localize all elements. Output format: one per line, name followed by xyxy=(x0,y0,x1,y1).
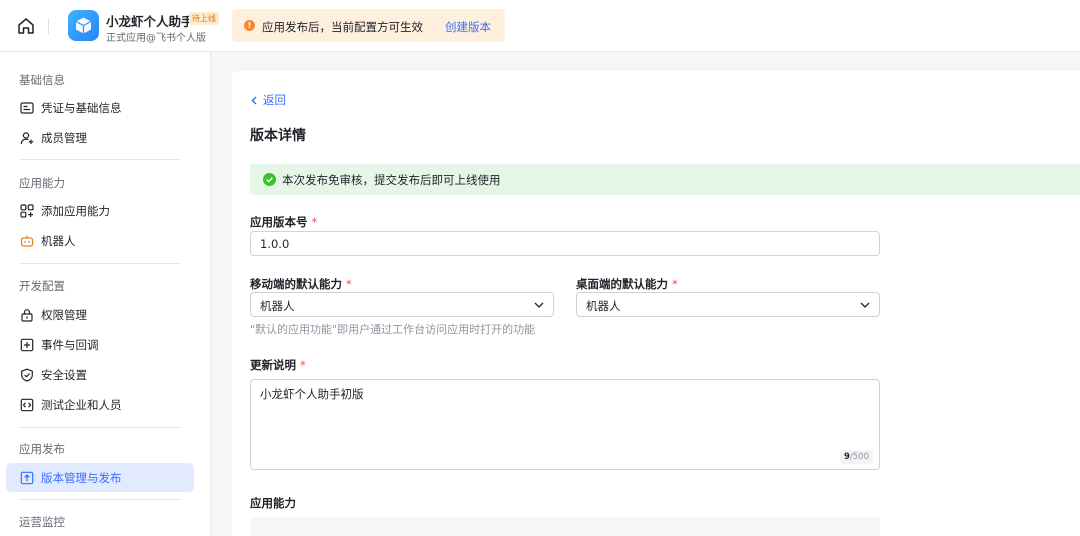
version-label: 应用版本号 * xyxy=(250,214,317,230)
sidebar-item-robot[interactable]: 机器人 xyxy=(6,226,194,255)
desktop-default-label: 桌面端的默认能力 * xyxy=(576,276,678,292)
mobile-default-label-text: 移动端的默认能力 xyxy=(250,277,342,291)
capability-label: 应用能力 xyxy=(250,496,296,510)
divider xyxy=(19,499,181,500)
sidebar-item-label: 安全设置 xyxy=(41,368,87,382)
required-mark: * xyxy=(672,277,678,291)
divider xyxy=(19,263,181,264)
release-notes-value: 小龙虾个人助手初版 xyxy=(260,387,364,401)
success-banner: 本次发布免审核，提交发布后即可上线使用 xyxy=(250,164,1080,195)
sidebar-item-label: 版本管理与发布 xyxy=(41,471,122,485)
app-logo-icon xyxy=(68,10,99,41)
sidebar-item-version-release[interactable]: 版本管理与发布 xyxy=(6,463,194,492)
robot-icon xyxy=(20,234,34,248)
back-label: 返回 xyxy=(263,93,286,107)
home-icon[interactable] xyxy=(16,16,36,36)
sidebar-item-label: 成员管理 xyxy=(41,131,87,145)
sidebar-item-add-capability[interactable]: 添加应用能力 xyxy=(6,196,194,225)
sidebar-item-events[interactable]: 事件与回调 xyxy=(6,330,194,359)
version-value: 1.0.0 xyxy=(260,237,290,251)
sidebar-item-test-org[interactable]: 测试企业和人员 xyxy=(6,390,194,419)
required-mark: * xyxy=(311,215,318,229)
desktop-default-value: 机器人 xyxy=(586,299,621,313)
sidebar-item-label: 事件与回调 xyxy=(41,338,99,352)
default-capability-hint: "默认的应用功能"即用户通过工作台访问应用时打开的功能 xyxy=(250,323,536,336)
desktop-default-select[interactable]: 机器人 xyxy=(576,292,880,317)
credential-card-icon xyxy=(20,101,34,115)
add-grid-icon xyxy=(20,204,34,218)
chevron-down-icon xyxy=(860,302,870,308)
sidebar-section-title: 基础信息 xyxy=(19,73,65,87)
mobile-default-label: 移动端的默认能力 * xyxy=(250,276,352,292)
char-counter: 9/500 xyxy=(839,450,873,464)
divider xyxy=(19,159,181,160)
version-input[interactable]: 1.0.0 xyxy=(250,231,880,256)
sidebar-section-title: 应用能力 xyxy=(19,176,65,190)
check-circle-icon xyxy=(263,173,276,186)
back-link[interactable]: 返回 xyxy=(250,92,286,108)
status-badge: 待上线 xyxy=(189,12,219,25)
required-mark: * xyxy=(300,358,306,372)
chevron-left-icon xyxy=(251,96,257,105)
code-icon xyxy=(20,398,34,412)
publish-notice: ! 应用发布后，当前配置方可生效 创建版本 xyxy=(232,9,505,42)
notice-text: 应用发布后，当前配置方可生效 xyxy=(262,20,423,34)
release-notes-textarea[interactable]: 小龙虾个人助手初版 9/500 xyxy=(250,379,880,470)
add-member-icon xyxy=(20,131,34,145)
mobile-default-value: 机器人 xyxy=(260,299,295,313)
sidebar-item-credentials[interactable]: 凭证与基础信息 xyxy=(6,93,194,122)
chevron-down-icon xyxy=(534,302,544,308)
warning-icon: ! xyxy=(244,20,255,31)
sidebar-item-label: 添加应用能力 xyxy=(41,204,110,218)
capability-panel xyxy=(250,517,880,536)
release-notes-label: 更新说明 * xyxy=(250,357,306,373)
sidebar-section-title: 运营监控 xyxy=(19,515,65,529)
version-label-text: 应用版本号 xyxy=(250,215,308,229)
version-detail-card: 返回 版本详情 本次发布免审核，提交发布后即可上线使用 应用版本号 * 1.0.0… xyxy=(232,71,1080,536)
app-subtitle: 正式应用@飞书个人版 xyxy=(106,33,206,44)
app-name: 小龙虾个人助手 xyxy=(106,14,194,29)
sidebar-section-title: 应用发布 xyxy=(19,442,65,456)
sidebar-section-title: 开发配置 xyxy=(19,279,65,293)
release-notes-label-text: 更新说明 xyxy=(250,358,296,372)
sidebar-item-members[interactable]: 成员管理 xyxy=(6,123,194,152)
top-bar: 小龙虾个人助手 待上线 正式应用@飞书个人版 ! 应用发布后，当前配置方可生效 … xyxy=(0,0,1080,52)
create-version-link[interactable]: 创建版本 xyxy=(445,19,491,35)
divider xyxy=(19,427,181,428)
shield-icon xyxy=(20,368,34,382)
sidebar-item-label: 机器人 xyxy=(41,234,76,248)
mobile-default-select[interactable]: 机器人 xyxy=(250,292,554,317)
divider xyxy=(48,18,49,34)
sidebar-item-label: 测试企业和人员 xyxy=(41,398,122,412)
event-icon xyxy=(20,338,34,352)
required-mark: * xyxy=(346,277,352,291)
char-max: /500 xyxy=(849,452,869,462)
upload-icon xyxy=(20,471,34,485)
page-title: 版本详情 xyxy=(250,128,306,144)
desktop-default-label-text: 桌面端的默认能力 xyxy=(576,277,668,291)
sidebar-item-security[interactable]: 安全设置 xyxy=(6,360,194,389)
lock-icon xyxy=(20,308,34,322)
sidebar-item-label: 凭证与基础信息 xyxy=(41,101,122,115)
sidebar-item-label: 权限管理 xyxy=(41,308,87,322)
sidebar: 基础信息 凭证与基础信息 成员管理 应用能力 添加应用能力 机器人 开发配置 权… xyxy=(0,52,211,536)
success-text: 本次发布免审核，提交发布后即可上线使用 xyxy=(282,173,501,187)
sidebar-item-permissions[interactable]: 权限管理 xyxy=(6,300,194,329)
